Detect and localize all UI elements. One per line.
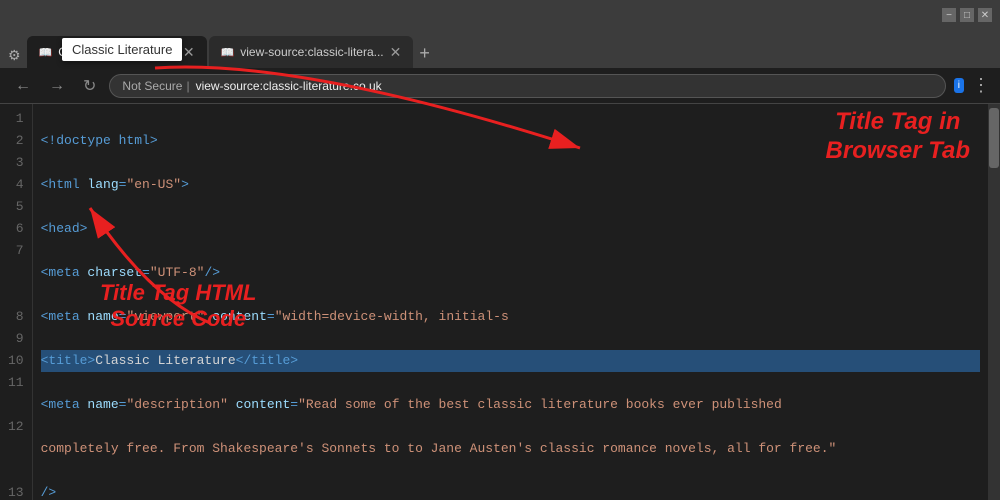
browser-menu-icon[interactable]: ⚙ [8, 47, 21, 64]
minimize-button[interactable]: − [942, 8, 956, 22]
source-line-5: <meta name="viewport" content="width=dev… [41, 306, 980, 328]
tab-label-2: view-source:classic-litera... [240, 45, 383, 59]
scrollbar[interactable] [988, 104, 1000, 500]
url-display: view-source:classic-literature.co.uk [196, 79, 382, 93]
source-line-4: <meta charset="UTF-8"/> [41, 262, 980, 284]
tab-view-source[interactable]: 📖 view-source:classic-litera... ✕ [209, 36, 414, 68]
not-secure-label: Not Secure [122, 79, 182, 93]
source-line-1: <!doctype html> [41, 130, 980, 152]
source-line-3: <head> [41, 218, 980, 240]
forward-button[interactable]: → [44, 75, 70, 97]
tab-favicon-2: 📖 [221, 46, 235, 59]
reload-button[interactable]: ↻ [78, 74, 101, 98]
source-line-6: <title>Classic Literature</title> [41, 350, 980, 372]
source-area: 1 2 3 4 5 6 7 8 9 10 11 12 13 14 15 <!do… [0, 104, 1000, 500]
window-controls: − □ ✕ [942, 8, 992, 22]
title-bar: − □ ✕ [0, 0, 1000, 30]
scrollbar-thumb[interactable] [989, 108, 999, 168]
tab-close-2[interactable]: ✕ [390, 45, 402, 59]
address-bar: ← → ↻ Not Secure | view-source:classic-l… [0, 68, 1000, 104]
source-line-7b: completely free. From Shakespeare's Sonn… [41, 438, 980, 460]
back-button[interactable]: ← [10, 75, 36, 97]
source-line-7c: /> [41, 482, 980, 500]
browser-menu-button[interactable]: ⋮ [972, 75, 990, 96]
tab-close-1[interactable]: ✕ [183, 45, 195, 59]
address-input[interactable]: Not Secure | view-source:classic-literat… [109, 74, 945, 98]
tab-favicon-1: 📖 [39, 46, 53, 59]
extension-icon[interactable]: i [954, 78, 964, 93]
maximize-button[interactable]: □ [960, 8, 974, 22]
line-numbers: 1 2 3 4 5 6 7 8 9 10 11 12 13 14 15 [0, 104, 33, 500]
source-line-2: <html lang="en-US"> [41, 174, 980, 196]
new-tab-button[interactable]: + [419, 43, 430, 68]
source-line-7a: <meta name="description" content="Read s… [41, 394, 980, 416]
source-code: <!doctype html> <html lang="en-US"> <hea… [33, 104, 988, 500]
separator: | [186, 79, 189, 93]
tab-tooltip: Classic Literature [62, 38, 182, 61]
close-button[interactable]: ✕ [978, 8, 992, 22]
